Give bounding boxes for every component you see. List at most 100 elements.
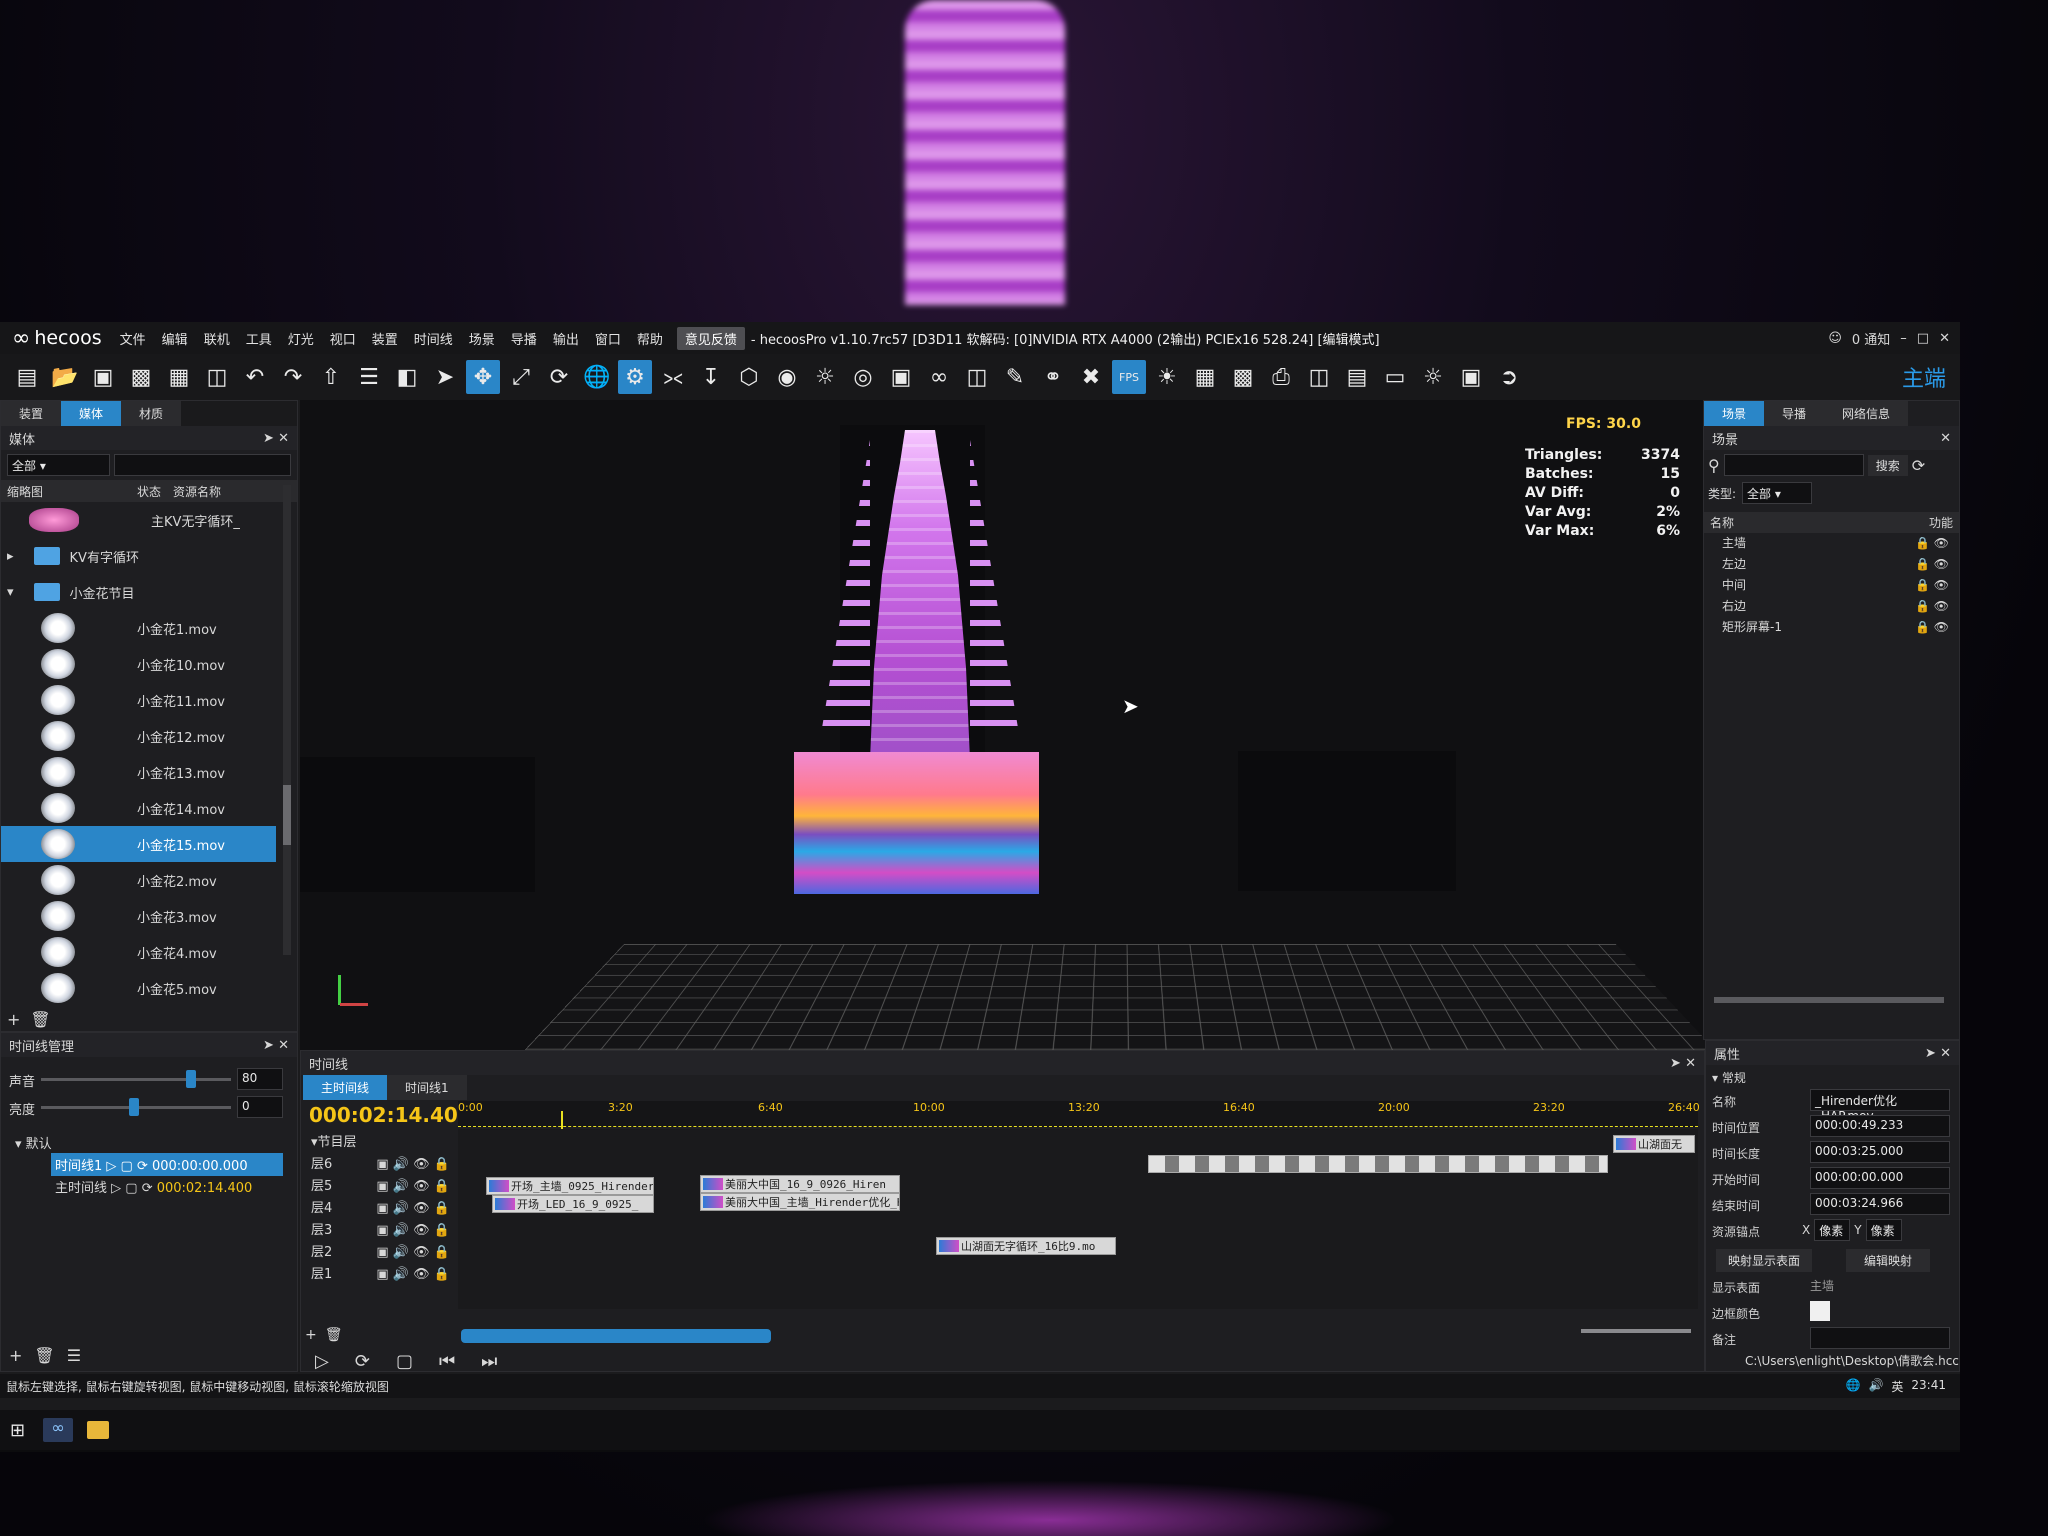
move-icon[interactable]: ✥ <box>466 360 500 394</box>
light-icon[interactable]: ☼ <box>808 360 842 394</box>
hecoos-app-icon[interactable]: ∞ <box>43 1418 74 1442</box>
pin-icon[interactable]: ➤ <box>1925 1046 1936 1061</box>
delete-icon[interactable]: 🗑 <box>30 1010 50 1029</box>
timeline-entry[interactable]: 主时间线 ▷ ▢ ⟳ 000:02:14.400 <box>51 1175 283 1198</box>
led-base-screen[interactable] <box>794 752 1039 894</box>
menu-network[interactable]: 联机 <box>196 329 238 348</box>
scene-item[interactable]: 中间 🔒 👁 <box>1722 575 1959 596</box>
restore-icon[interactable]: □ <box>1917 331 1929 346</box>
scene-item[interactable]: 右边 🔒 👁 <box>1722 596 1959 617</box>
tab-device[interactable]: 装置 <box>1 401 62 426</box>
scene-item[interactable]: 矩形屏幕-1 🔒 👁 <box>1722 617 1959 638</box>
brightness-knob[interactable] <box>129 1098 139 1116</box>
menu-help[interactable]: 帮助 <box>629 329 671 348</box>
volume-knob[interactable] <box>186 1070 196 1088</box>
brightness-icon[interactable]: ☀ <box>1150 360 1184 394</box>
collapse-icon[interactable]: ▾ <box>7 585 14 600</box>
open-icon[interactable]: 📂 <box>48 360 82 394</box>
prop-length-value[interactable]: 000:03:25.000 <box>1810 1141 1950 1163</box>
cube-icon[interactable]: ⬡ <box>732 360 766 394</box>
timeline-clip[interactable]: 开场_LED_16_9_0925_ <box>492 1195 654 1213</box>
menu-tools[interactable]: 工具 <box>238 329 280 348</box>
select-icon[interactable]: ➤ <box>428 360 462 394</box>
map-display-button[interactable]: 映射显示表面 <box>1716 1249 1813 1272</box>
align-icon[interactable]: ☰ <box>352 360 386 394</box>
timeline-entry-selected[interactable]: 时间线1 ▷ ▢ ⟳ 000:00:00.000 <box>51 1153 283 1176</box>
network-tray-icon[interactable]: 🌐 <box>1845 1378 1860 1395</box>
section-general[interactable]: ▾ 常规 <box>1712 1069 1746 1086</box>
layer-4[interactable]: 层4 ▣ 🔊 👁 🔒 <box>311 1197 450 1219</box>
redo-icon[interactable]: ↷ <box>276 360 310 394</box>
ime-indicator[interactable]: 英 <box>1891 1378 1903 1395</box>
ai-icon[interactable]: ▩ <box>1226 360 1260 394</box>
stop-icon[interactable]: ▢ <box>396 1351 413 1372</box>
save-icon[interactable]: ▣ <box>86 360 120 394</box>
list-item[interactable]: 小金花2.mov <box>1 862 276 898</box>
menu-file[interactable]: 文件 <box>112 329 154 348</box>
list-item[interactable]: 小金花10.mov <box>1 646 276 682</box>
monitor-icon[interactable]: ▣ <box>1454 360 1488 394</box>
timeline-clip[interactable]: 美丽大中国_16_9_0926_Hiren <box>700 1175 900 1193</box>
tab-director[interactable]: 导播 <box>1764 401 1825 426</box>
zoom-slider[interactable] <box>1581 1329 1691 1333</box>
list-item[interactable]: 小金花13.mov <box>1 754 276 790</box>
close-panel-icon[interactable]: ✕ <box>1685 1056 1696 1071</box>
tab-main-timeline[interactable]: 主时间线 <box>303 1075 388 1100</box>
brightness-input[interactable]: 0 <box>237 1096 283 1118</box>
layer-6[interactable]: 层6 ▣ 🔊 👁 🔒 <box>311 1153 450 1175</box>
folder-item[interactable]: ▸ KV有字循环 <box>1 538 276 574</box>
list-icon[interactable]: ☰ <box>67 1346 81 1365</box>
rotate-icon[interactable]: ⟳ <box>542 360 576 394</box>
media-icon[interactable]: ◫ <box>200 360 234 394</box>
timeline-clip[interactable]: 开场_主墙_0925_Hirender <box>486 1177 654 1195</box>
add-icon[interactable]: + <box>9 1346 22 1365</box>
globe-icon[interactable]: 🌐 <box>580 360 614 394</box>
list-item[interactable]: 小金花11.mov <box>1 682 276 718</box>
menu-output[interactable]: 输出 <box>545 329 587 348</box>
save-as-icon[interactable]: ▩ <box>124 360 158 394</box>
add-layer-icon[interactable]: + <box>305 1327 317 1343</box>
next-icon[interactable]: ⏭ <box>481 1351 497 1372</box>
media-scrollbar[interactable] <box>283 485 291 955</box>
mode-label[interactable]: 主端 <box>1902 361 1946 393</box>
prop-end-value[interactable]: 000:03:24.966 <box>1810 1193 1950 1215</box>
list-item[interactable]: 小金花1.mov <box>1 610 276 646</box>
print-icon[interactable]: ⎙ <box>1264 360 1298 394</box>
search-button[interactable]: 搜索 <box>1867 454 1908 476</box>
ruler-icon[interactable]: ✎ <box>998 360 1032 394</box>
timeline-clip[interactable]: 山湖面无字循环_16比9.mo <box>936 1237 1116 1255</box>
snap-icon[interactable]: ⚙ <box>618 360 652 394</box>
fps-icon[interactable]: FPS <box>1112 360 1146 394</box>
tab-scene[interactable]: 场景 <box>1704 401 1765 426</box>
pin-icon[interactable]: ➤ <box>263 431 274 446</box>
timeline-clip[interactable]: 山湖面无 <box>1613 1135 1695 1153</box>
start-icon[interactable]: ⊞ <box>10 1420 25 1441</box>
list-item[interactable]: 小金花14.mov <box>1 790 276 826</box>
screen-icon[interactable]: ▭ <box>1378 360 1412 394</box>
menu-director[interactable]: 导播 <box>503 329 545 348</box>
focus-icon[interactable]: ▣ <box>884 360 918 394</box>
menu-window[interactable]: 窗口 <box>587 329 629 348</box>
new-icon[interactable]: ▤ <box>10 360 44 394</box>
tab-material[interactable]: 材质 <box>121 401 182 426</box>
prop-position-value[interactable]: 000:00:49.233 <box>1810 1115 1950 1137</box>
timeline-scroll[interactable] <box>461 1329 771 1343</box>
tab-network[interactable]: 网络信息 <box>1824 401 1909 426</box>
tab-timeline1[interactable]: 时间线1 <box>387 1075 467 1100</box>
menu-viewport[interactable]: 视口 <box>322 329 364 348</box>
clock[interactable]: 23:41 <box>1911 1378 1946 1395</box>
feedback-button[interactable]: 意见反馈 <box>676 326 745 350</box>
minimize-icon[interactable]: – <box>1900 331 1907 346</box>
border-color-swatch[interactable] <box>1810 1301 1830 1321</box>
scene-item[interactable]: 主墙 🔒 👁 <box>1722 533 1959 554</box>
delete-layer-icon[interactable]: 🗑 <box>325 1327 343 1343</box>
expand-icon[interactable]: ▸ <box>7 549 14 564</box>
layer-3[interactable]: 层3 ▣ 🔊 👁 🔒 <box>311 1219 450 1241</box>
track-area[interactable]: 开场_主墙_0925_Hirender 开场_LED_16_9_0925_ 美丽… <box>458 1129 1698 1309</box>
axis-icon[interactable]: ⪥ <box>656 360 690 394</box>
pin-icon[interactable]: ➤ <box>263 1038 274 1053</box>
file-explorer-icon[interactable] <box>87 1421 110 1439</box>
tools-icon[interactable]: ✖ <box>1074 360 1108 394</box>
close-panel-icon[interactable]: ✕ <box>1940 1046 1951 1061</box>
refresh-icon[interactable]: ⟳ <box>1912 456 1925 475</box>
